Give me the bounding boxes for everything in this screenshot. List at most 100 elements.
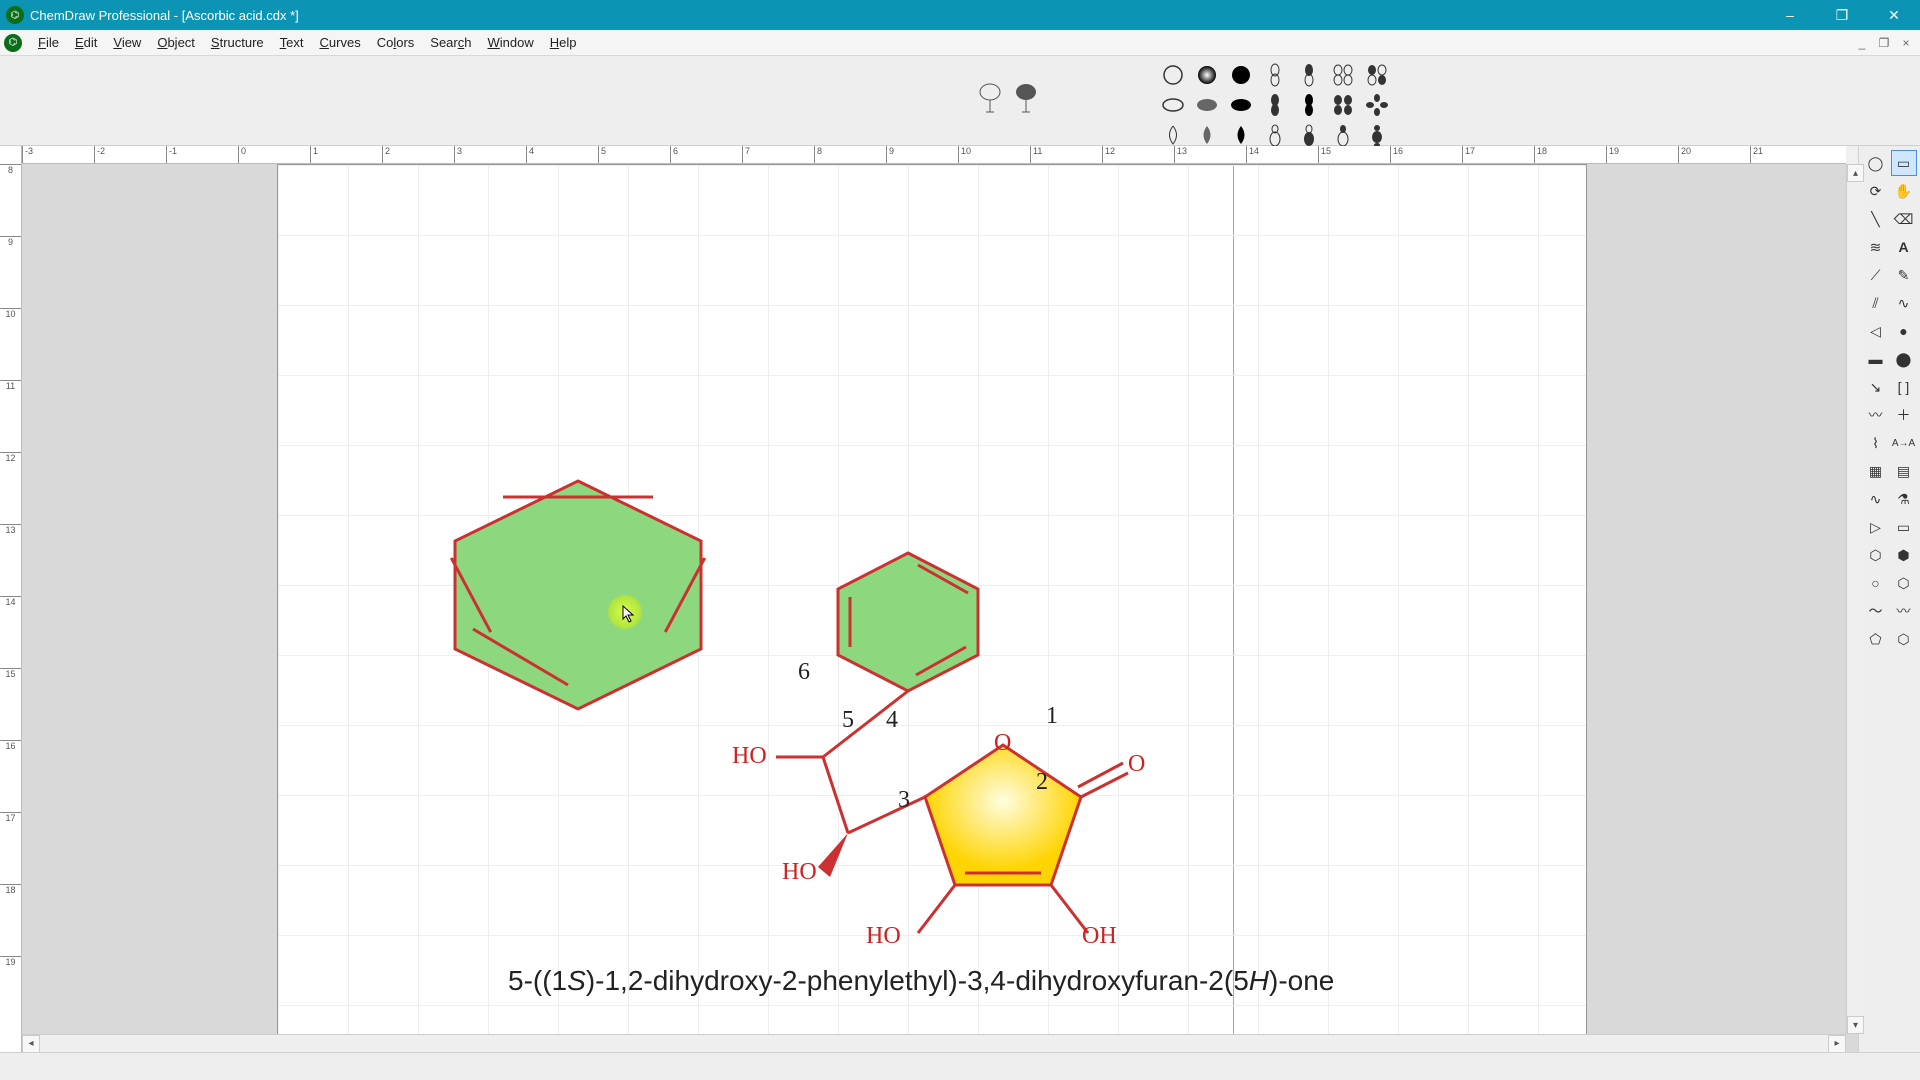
window-close-button[interactable]: ✕ (1868, 0, 1920, 30)
hexagon-point-tool-icon[interactable]: ⬢ (1891, 542, 1917, 568)
grid-tool-icon[interactable]: ▦ (1863, 458, 1889, 484)
menu-help[interactable]: Help (542, 33, 585, 52)
scroll-up-button[interactable]: ▴ (1847, 164, 1864, 182)
hexagon-flat-tool-icon[interactable]: ⬡ (1863, 542, 1889, 568)
eraser-tool-icon[interactable]: ⌫ (1891, 206, 1917, 232)
orbital-p-3-icon[interactable] (1262, 92, 1288, 118)
solid-bond-tool-icon[interactable]: ╲ (1863, 206, 1889, 232)
rectangle-tool-icon[interactable]: ▭ (1891, 514, 1917, 540)
title-bar: ⌬ ChemDraw Professional - [Ascorbic acid… (0, 0, 1920, 30)
orbital-hybrid-2-icon[interactable] (1296, 122, 1322, 148)
page[interactable]: HO HO HO OH O O 6 5 4 3 2 1 5-((1S)-1,2-… (277, 164, 1587, 1052)
atom-label-o-ring[interactable]: O (994, 730, 1011, 757)
wavy-bond-tool-icon[interactable]: 〰 (1863, 402, 1889, 428)
zigzag-tool-icon[interactable]: ⌇ (1863, 430, 1889, 456)
template-clipart-1-icon[interactable] (976, 74, 1004, 114)
wedge-open-tool-icon[interactable]: ◁ (1863, 318, 1889, 344)
orbital-hybrid-4-icon[interactable] (1364, 122, 1390, 148)
vertical-scrollbar[interactable]: ▴ ▾ (1846, 164, 1864, 1034)
circle-tool-icon[interactable]: ○ (1863, 570, 1889, 596)
menu-object[interactable]: Object (149, 33, 203, 52)
hand-tool-icon[interactable]: ✋ (1891, 178, 1917, 204)
hruler-tick: 3 (454, 146, 462, 163)
flask-tool-icon[interactable]: ⚗ (1891, 486, 1917, 512)
hruler-tick: -1 (166, 146, 177, 163)
dashed-bond-tool-icon[interactable]: ⟋ (1863, 262, 1889, 288)
position-number-5: 5 (842, 707, 854, 734)
atom-label-oh[interactable]: OH (1082, 923, 1117, 950)
orbital-ellipse-filled-icon[interactable] (1228, 92, 1254, 118)
orbital-ellipse-shaded-icon[interactable] (1194, 92, 1220, 118)
bold-bond-tool-icon[interactable]: ▬ (1863, 346, 1889, 372)
wave1-tool-icon[interactable]: 〜 (1863, 598, 1889, 624)
menu-window[interactable]: Window (479, 33, 541, 52)
structure-furanone[interactable] (903, 735, 1103, 905)
orbital-s-shaded-icon[interactable] (1194, 62, 1220, 88)
hexagon-alt-tool-icon[interactable]: ⬡ (1891, 570, 1917, 596)
menu-view[interactable]: View (105, 33, 149, 52)
scroll-down-button[interactable]: ▾ (1847, 1016, 1864, 1034)
menu-colors[interactable]: Colors (369, 33, 423, 52)
hexagon4-tool-icon[interactable]: ⬡ (1891, 626, 1917, 652)
horizontal-scrollbar[interactable]: ◂ ▸ (22, 1034, 1846, 1052)
structure-phenyl-small[interactable] (828, 547, 988, 697)
table-tool-icon[interactable]: ▤ (1891, 458, 1917, 484)
hruler-tick: 19 (1606, 146, 1619, 163)
orbital-lobe-empty-icon[interactable] (1160, 122, 1186, 148)
orbital-p-2-icon[interactable] (1296, 62, 1322, 88)
canvas-area[interactable]: HO HO HO OH O O 6 5 4 3 2 1 5-((1S)-1,2-… (22, 164, 1858, 1052)
orbital-d-2-icon[interactable] (1364, 62, 1390, 88)
lasso-tool-icon[interactable]: ◯ (1863, 150, 1889, 176)
orbital-s-filled-icon[interactable] (1228, 62, 1254, 88)
orbital-hybrid-3-icon[interactable] (1330, 122, 1356, 148)
ax-tool-icon[interactable]: A→A (1891, 430, 1917, 456)
orbital-d-3-icon[interactable] (1330, 92, 1356, 118)
orbital-p-4-icon[interactable] (1296, 92, 1322, 118)
text-tool-icon[interactable]: A (1891, 234, 1917, 260)
template-clipart-2-icon[interactable] (1012, 74, 1040, 114)
pen-tool-icon[interactable]: ✎ (1891, 262, 1917, 288)
orbital-p-1-icon[interactable] (1262, 62, 1288, 88)
mdi-minimize-button[interactable]: _ (1852, 36, 1872, 50)
menu-text[interactable]: Text (272, 33, 312, 52)
scroll-left-button[interactable]: ◂ (22, 1035, 40, 1053)
mdi-close-button[interactable]: × (1896, 36, 1916, 50)
atom-label-ho-3[interactable]: HO (866, 923, 901, 950)
chain-tool-icon[interactable]: ∿ (1891, 290, 1917, 316)
orbital-d-1-icon[interactable] (1330, 62, 1356, 88)
plus-tool-icon[interactable]: ＋ (1891, 402, 1917, 428)
multiple-bond-tool-icon[interactable]: ≋ (1863, 234, 1889, 260)
arrow-tool-icon[interactable]: ↘ (1863, 374, 1889, 400)
orbital-ellipse-empty-icon[interactable] (1160, 92, 1186, 118)
wave-tool-icon[interactable]: ∿ (1863, 486, 1889, 512)
menu-file[interactable]: FFileile (30, 33, 67, 52)
orbital-lobe-shaded-icon[interactable] (1194, 122, 1220, 148)
mdi-restore-button[interactable]: ❐ (1874, 36, 1894, 50)
pentagon-tool-icon[interactable]: ⬠ (1863, 626, 1889, 652)
menu-search[interactable]: Search (422, 33, 479, 52)
orbital-lobe-filled-icon[interactable] (1228, 122, 1254, 148)
vruler-tick: 16 (0, 740, 21, 751)
window-maximize-button[interactable]: ❐ (1816, 0, 1868, 30)
orbital-hybrid-1-icon[interactable] (1262, 122, 1288, 148)
rotate-3d-tool-icon[interactable]: ⟳ (1863, 178, 1889, 204)
hashed-bond-tool-icon[interactable]: ⫽ (1863, 290, 1889, 316)
atom-label-ho-2[interactable]: HO (782, 859, 817, 886)
bracket-tool-icon[interactable]: [ ] (1891, 374, 1917, 400)
marquee-tool-icon[interactable]: ▭ (1891, 150, 1917, 176)
ball-filled-tool-icon[interactable]: ● (1891, 318, 1917, 344)
iupac-name[interactable]: 5-((1S)-1,2-dihydroxy-2-phenylethyl)-3,4… (508, 965, 1334, 998)
menu-edit[interactable]: Edit (67, 33, 105, 52)
orbital-d-4-icon[interactable] (1364, 92, 1390, 118)
orbital-s-empty-icon[interactable] (1160, 62, 1186, 88)
wave2-tool-icon[interactable]: 〰 (1891, 598, 1917, 624)
atom-label-o-carbonyl[interactable]: O (1128, 751, 1145, 778)
menu-curves[interactable]: Curves (312, 33, 369, 52)
play-tool-icon[interactable]: ▷ (1863, 514, 1889, 540)
atom-label-ho-1[interactable]: HO (732, 743, 767, 770)
window-minimize-button[interactable]: – (1764, 0, 1816, 30)
ball-large-tool-icon[interactable]: ⬤ (1891, 346, 1917, 372)
structure-benzene-large[interactable] (443, 475, 713, 715)
scroll-right-button[interactable]: ▸ (1828, 1035, 1846, 1053)
menu-structure[interactable]: Structure (203, 33, 272, 52)
